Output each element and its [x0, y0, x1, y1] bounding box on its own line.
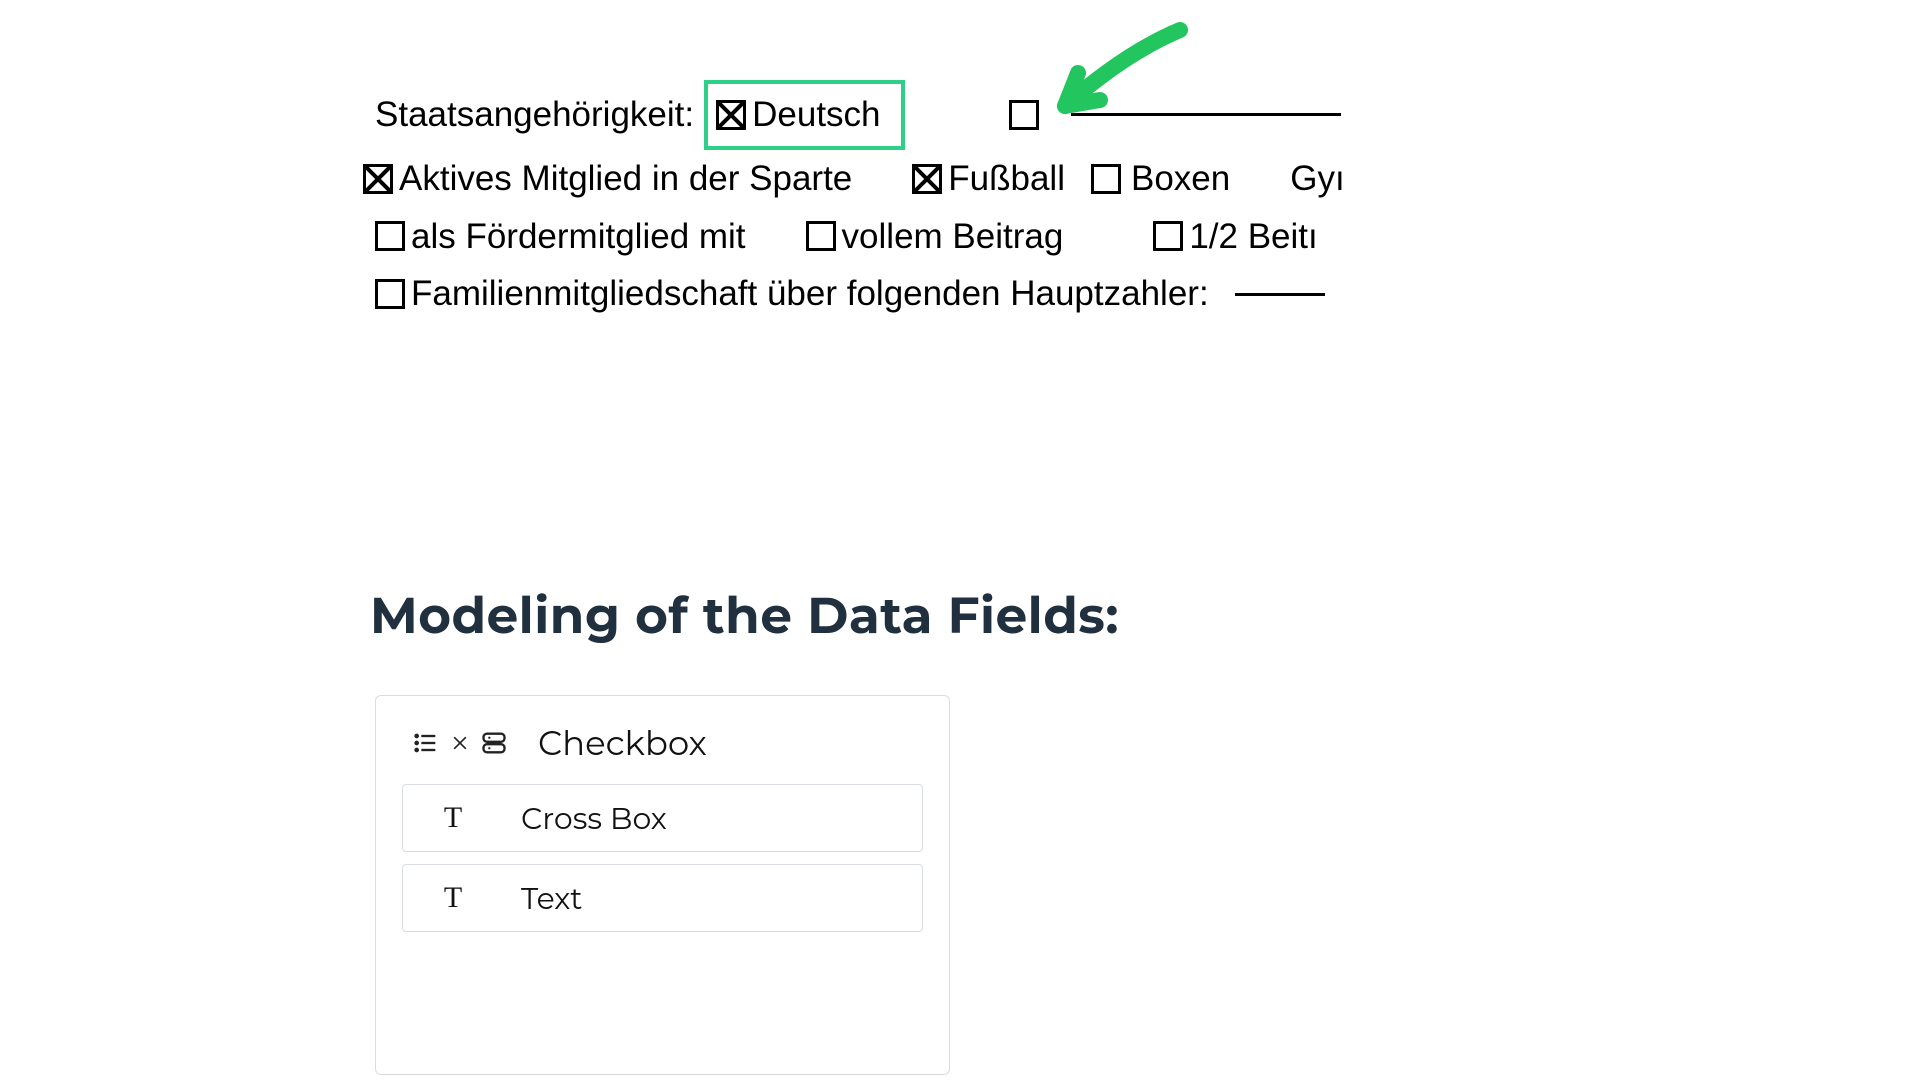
checkbox-voller-beitrag[interactable]	[806, 221, 836, 251]
x-icon	[450, 733, 470, 753]
form-excerpt: Staatsangehörigkeit: Deutsch Aktives Mit…	[375, 80, 1515, 323]
section-heading: Modeling of the Data Fields:	[370, 585, 1119, 646]
form-row-foerdermitglied: als Fördermitglied mit vollem Beitrag 1/…	[375, 208, 1515, 266]
field-label: Text	[503, 880, 922, 917]
form-row-active-member: Aktives Mitglied in der Sparte Fußball B…	[363, 150, 1515, 208]
text-type-icon: T	[423, 801, 483, 835]
blank-nationality-other[interactable]	[1071, 113, 1341, 116]
blank-hauptzahler[interactable]	[1235, 293, 1325, 296]
checkbox-nationality-other[interactable]	[1009, 100, 1039, 130]
list-icon	[412, 729, 440, 757]
field-row-cross-box[interactable]: T Cross Box	[402, 784, 923, 852]
checkbox-fussball[interactable]	[912, 164, 942, 194]
checkbox-foerdermitglied[interactable]	[375, 221, 405, 251]
checkbox-boxen[interactable]	[1091, 164, 1121, 194]
form-row-nationality: Staatsangehörigkeit: Deutsch	[375, 80, 1515, 150]
checkbox-familie[interactable]	[375, 279, 405, 309]
text-type-icon: T	[423, 881, 483, 915]
checkbox-halber-beitrag[interactable]	[1153, 221, 1183, 251]
field-row-text[interactable]: T Text	[402, 864, 923, 932]
label-gy-truncated: Gyı	[1290, 150, 1344, 208]
modeling-card: Checkbox T Cross Box T Text	[375, 695, 950, 1075]
checkbox-halber-beitrag-label: 1/2 Beitı	[1189, 208, 1317, 266]
card-header: Checkbox	[402, 722, 923, 764]
page: Staatsangehörigkeit: Deutsch Aktives Mit…	[0, 0, 1920, 1080]
nationality-label: Staatsangehörigkeit:	[375, 86, 694, 144]
card-title: Checkbox	[538, 722, 707, 764]
checkbox-active-member[interactable]	[363, 164, 393, 194]
checkbox-familie-label: Familienmitgliedschaft über folgenden Ha…	[411, 265, 1209, 323]
checkbox-voller-beitrag-label: vollem Beitrag	[842, 208, 1064, 266]
form-row-familienmitgliedschaft: Familienmitgliedschaft über folgenden Ha…	[375, 265, 1515, 323]
field-label: Cross Box	[503, 800, 922, 837]
checkbox-deutsch-label: Deutsch	[752, 86, 880, 144]
server-icon	[480, 729, 508, 757]
checkbox-foerdermitglied-label: als Fördermitglied mit	[411, 208, 746, 266]
card-header-icons	[412, 729, 508, 757]
checkbox-deutsch[interactable]	[716, 100, 746, 130]
checkbox-fussball-label: Fußball	[948, 150, 1065, 208]
highlight-deutsch: Deutsch	[704, 80, 904, 150]
checkbox-active-member-label: Aktives Mitglied in der Sparte	[399, 150, 852, 208]
checkbox-boxen-label: Boxen	[1131, 150, 1230, 208]
